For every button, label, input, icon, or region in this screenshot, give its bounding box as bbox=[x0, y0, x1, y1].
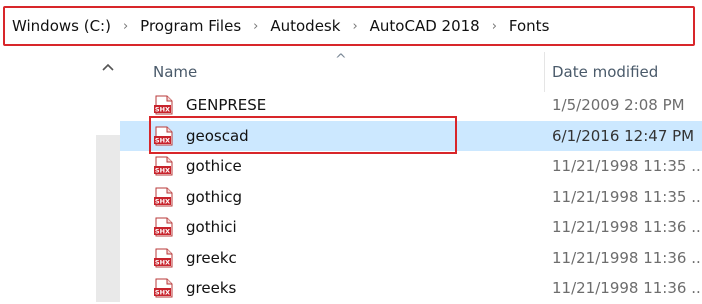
breadcrumb-item-autodesk[interactable]: Autodesk bbox=[268, 17, 342, 35]
scroll-up-icon[interactable] bbox=[96, 55, 120, 79]
chevron-right-icon[interactable]: › bbox=[113, 19, 138, 34]
chevron-right-icon[interactable]: › bbox=[482, 19, 507, 34]
shx-label: SHX bbox=[155, 228, 170, 236]
chevron-right-icon[interactable]: › bbox=[342, 19, 367, 34]
shx-file-icon: SHX bbox=[153, 217, 175, 237]
chevron-right-icon[interactable]: › bbox=[243, 19, 268, 34]
file-row[interactable]: SHX greekc 11/21/1998 11:36 ... bbox=[120, 243, 702, 274]
sort-ascending-icon[interactable]: ^ bbox=[335, 52, 347, 68]
shx-label: SHX bbox=[155, 197, 170, 205]
file-name: gothicg bbox=[186, 187, 243, 206]
file-date-modified: 11/21/1998 11:35 ... bbox=[552, 187, 702, 206]
file-row[interactable]: SHX GENPRESE 1/5/2009 2:08 PM bbox=[120, 90, 702, 121]
file-row[interactable]: SHX greeks 11/21/1998 11:36 ... bbox=[120, 273, 702, 304]
shx-label: SHX bbox=[155, 167, 170, 175]
shx-label: SHX bbox=[155, 136, 170, 144]
column-divider[interactable] bbox=[544, 52, 545, 92]
shx-file-icon: SHX bbox=[153, 187, 175, 207]
file-date-modified: 11/21/1998 11:35 ... bbox=[552, 157, 702, 175]
file-row[interactable]: SHX geoscad 6/1/2016 12:47 PM bbox=[120, 120, 702, 151]
shx-file-icon: SHX bbox=[153, 126, 175, 146]
file-date-modified: 11/21/1998 11:36 ... bbox=[552, 248, 702, 267]
file-name: greekc bbox=[186, 248, 237, 267]
file-name: GENPRESE bbox=[186, 96, 267, 114]
shx-file-icon: SHX bbox=[153, 278, 175, 298]
file-name: greeks bbox=[186, 279, 237, 297]
file-date-modified: 11/21/1998 11:36 ... bbox=[552, 218, 702, 236]
file-row[interactable]: SHX gothicg 11/21/1998 11:35 ... bbox=[120, 182, 702, 213]
file-date-modified: 11/21/1998 11:36 ... bbox=[552, 279, 702, 297]
file-date-modified: 1/5/2009 2:08 PM bbox=[552, 96, 685, 114]
file-date-modified: 6/1/2016 12:47 PM bbox=[552, 126, 695, 145]
breadcrumb-item-autocad[interactable]: AutoCAD 2018 bbox=[368, 17, 482, 35]
shx-label: SHX bbox=[155, 289, 170, 297]
breadcrumb-item-program-files[interactable]: Program Files bbox=[138, 17, 243, 35]
breadcrumb-item-drive[interactable]: Windows (C:) bbox=[10, 17, 113, 35]
breadcrumb-item-fonts[interactable]: Fonts bbox=[507, 17, 551, 35]
file-name: geoscad bbox=[186, 126, 249, 145]
shx-file-icon: SHX bbox=[153, 95, 175, 115]
address-bar[interactable]: Windows (C:) › Program Files › Autodesk … bbox=[0, 0, 700, 52]
file-row[interactable]: SHX gothici 11/21/1998 11:36 ... bbox=[120, 212, 702, 243]
file-name: gothici bbox=[186, 218, 237, 236]
file-list: SHX GENPRESE 1/5/2009 2:08 PM SHX geoscad 6/1… bbox=[120, 90, 702, 304]
column-name-header[interactable]: Name bbox=[153, 63, 197, 81]
file-row[interactable]: SHX gothice 11/21/1998 11:35 ... bbox=[120, 151, 702, 182]
column-header: ^ Name Date modified bbox=[120, 52, 702, 92]
breadcrumb: Windows (C:) › Program Files › Autodesk … bbox=[10, 0, 551, 52]
file-name: gothice bbox=[186, 157, 242, 175]
shx-label: SHX bbox=[155, 106, 170, 114]
shx-label: SHX bbox=[155, 258, 170, 266]
column-date-modified-header[interactable]: Date modified bbox=[552, 63, 658, 81]
shx-file-icon: SHX bbox=[153, 248, 175, 268]
scrollbar-track[interactable] bbox=[96, 135, 120, 302]
shx-file-icon: SHX bbox=[153, 156, 175, 176]
